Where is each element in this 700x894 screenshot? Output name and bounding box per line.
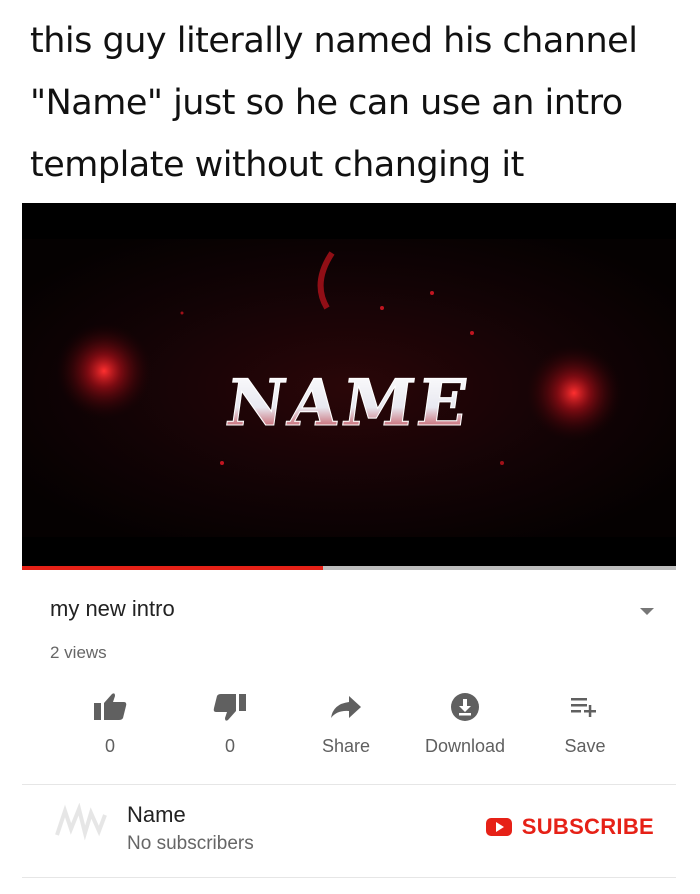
video-overlay-text: NAME [222, 366, 476, 441]
video-frame: NAME [22, 203, 676, 567]
video-player[interactable]: NAME [22, 203, 676, 567]
subscribe-button[interactable]: SUBSCRIBE [485, 814, 654, 840]
video-title: my new intro [50, 596, 175, 621]
divider [22, 877, 676, 878]
video-progress-fill [22, 566, 323, 570]
like-button[interactable]: 0 [55, 680, 165, 760]
view-count: 2 views [50, 643, 107, 662]
save-label: Save [564, 736, 606, 756]
share-label: Share [321, 736, 371, 756]
caption-line-1: this guy literally named his channel [30, 21, 638, 61]
chevron-down-icon[interactable] [640, 608, 654, 615]
video-progress-bar[interactable] [22, 566, 676, 570]
channel-row: Name No subscribers SUBSCRIBE [22, 788, 676, 874]
meme-caption: this guy literally named his channel "Na… [30, 10, 680, 196]
dislike-button[interactable]: 0 [175, 680, 285, 760]
download-button[interactable]: Download [410, 680, 520, 760]
youtube-play-icon [485, 818, 512, 836]
subscriber-count: No subscribers [127, 833, 254, 854]
action-bar: 0 0 Share Download Save [50, 680, 650, 760]
caption-line-3: template without changing it [30, 145, 524, 185]
video-title-row[interactable]: my new intro [50, 596, 660, 626]
channel-logo-icon [55, 803, 107, 841]
divider [22, 784, 676, 785]
save-button[interactable]: Save [530, 680, 640, 760]
thumbs-down-icon [213, 694, 246, 721]
download-label: Download [424, 736, 506, 756]
share-icon [331, 696, 361, 718]
dislike-count: 0 [224, 736, 235, 756]
download-icon [451, 693, 479, 721]
subscribe-label: SUBSCRIBE [521, 814, 654, 839]
channel-name[interactable]: Name [127, 802, 186, 828]
add-to-playlist-icon [571, 698, 596, 717]
avatar[interactable] [50, 798, 112, 848]
caption-line-2: "Name" just so he can use an intro [30, 83, 623, 123]
thumbs-up-icon [94, 693, 127, 720]
share-button[interactable]: Share [291, 680, 401, 760]
like-count: 0 [104, 736, 115, 756]
